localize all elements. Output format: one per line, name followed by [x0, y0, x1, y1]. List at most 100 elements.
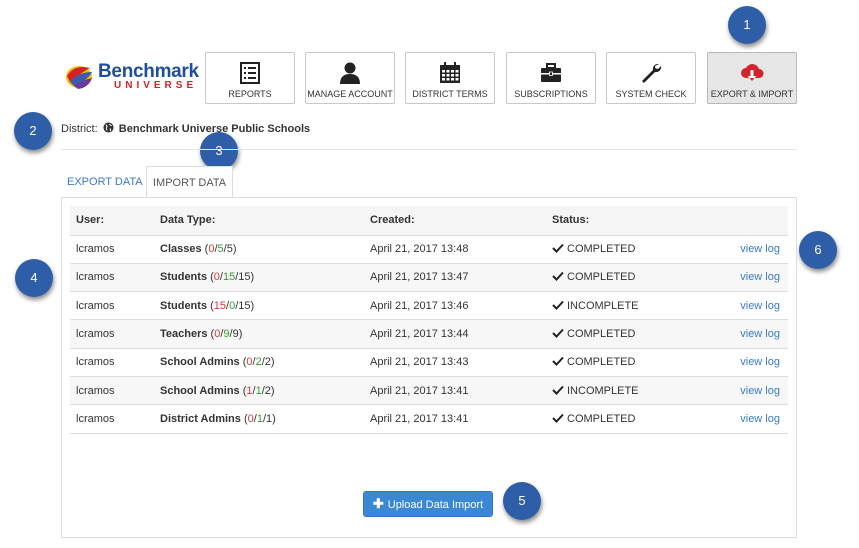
check-icon [552, 300, 564, 310]
count-total: 9 [232, 328, 239, 341]
header-user: User: [70, 206, 154, 236]
cell-user: lcramos [70, 291, 154, 320]
status-text: COMPLETED [567, 243, 636, 256]
count-errors: 0 [247, 412, 254, 425]
table-header-row: User: Data Type: Created: Status: [70, 206, 788, 236]
logo-subtext: UNIVERSE [114, 80, 198, 91]
nav-reports-button[interactable]: REPORTS [205, 52, 295, 104]
count-total: 1 [266, 412, 273, 425]
briefcase-icon [541, 63, 561, 82]
cell-created: April 21, 2017 13:47 [364, 262, 546, 292]
callout-badge: 4 [15, 259, 53, 297]
cell-log: view log [706, 291, 788, 320]
upload-data-import-button[interactable]: ✚ Upload Data Import [363, 491, 493, 517]
view-log-link[interactable]: view log [740, 385, 780, 397]
district-name: Benchmark Universe Public Schools [118, 123, 311, 135]
check-icon [552, 272, 564, 282]
count-success: 9 [223, 328, 230, 341]
cell-created: April 21, 2017 13:46 [364, 291, 546, 320]
cell-log: view log [706, 234, 788, 264]
cell-data-type: Students (0/15/15) [154, 262, 364, 292]
cell-created: April 21, 2017 13:41 [364, 375, 546, 405]
header-data-type: Data Type: [154, 206, 364, 236]
status-text: COMPLETED [567, 271, 636, 284]
cell-log: view log [706, 375, 788, 405]
type-name: School Admins [160, 384, 240, 397]
header-log [706, 206, 788, 236]
cell-status: COMPLETED [546, 404, 706, 434]
check-icon [552, 413, 564, 423]
callout-badge: 1 [728, 6, 766, 44]
nav-subscriptions-label: SUBSCRIPTIONS [514, 89, 588, 99]
district-line: District: Benchmark Universe Public Scho… [61, 122, 310, 135]
callout-badge: 3 [200, 132, 238, 170]
type-name: Students [160, 271, 208, 284]
table-row: lcramos Teachers (0/9/9) April 21, 2017 … [70, 319, 788, 349]
table-row: lcramos District Admins (0/1/1) April 21… [70, 404, 788, 434]
divider [61, 149, 797, 150]
nav-manage-account-button[interactable]: MANAGE ACCOUNT [305, 52, 395, 104]
view-log-link[interactable]: view log [740, 356, 780, 368]
status-text: COMPLETED [567, 356, 636, 369]
view-log-link[interactable]: view log [740, 413, 780, 425]
cell-created: April 21, 2017 13:48 [364, 234, 546, 264]
tab-export-data[interactable]: EXPORT DATA [61, 166, 149, 198]
wrench-icon [642, 63, 662, 83]
check-icon [552, 357, 564, 367]
count-errors: 15 [213, 299, 227, 312]
cell-created: April 21, 2017 13:41 [364, 404, 546, 434]
view-log-link[interactable]: view log [740, 271, 780, 283]
count-success: 1 [256, 412, 263, 425]
count-success: 5 [217, 243, 224, 256]
cell-data-type: School Admins (0/2/2) [154, 347, 364, 377]
upload-label: Upload Data Import [387, 499, 484, 511]
status-text: INCOMPLETE [567, 384, 639, 397]
count-errors: 0 [213, 271, 220, 284]
count-total: 15 [238, 299, 251, 312]
cell-user: lcramos [70, 262, 154, 292]
count-success: 0 [229, 299, 236, 312]
type-name: School Admins [160, 356, 240, 369]
cell-data-type: Classes (0/5/5) [154, 234, 364, 264]
cell-user: lcramos [70, 375, 154, 405]
reports-icon [240, 62, 260, 84]
view-log-link[interactable]: view log [740, 243, 780, 255]
cell-user: lcramos [70, 234, 154, 264]
header-status: Status: [546, 206, 706, 236]
callout-badge: 2 [14, 112, 52, 150]
tab-import-data[interactable]: IMPORT DATA [146, 166, 234, 198]
type-name: District Admins [160, 412, 241, 425]
cell-status: COMPLETED [546, 262, 706, 292]
district-label: District: [61, 123, 98, 135]
nav-manage-account-label: MANAGE ACCOUNT [307, 89, 393, 99]
count-errors: 0 [246, 356, 253, 369]
count-errors: 0 [214, 328, 221, 341]
nav-system-check-button[interactable]: SYSTEM CHECK [606, 52, 696, 104]
cell-log: view log [706, 319, 788, 349]
count-success: 1 [255, 384, 262, 397]
count-total: 2 [264, 384, 271, 397]
nav-export-import-label: EXPORT & IMPORT [710, 89, 794, 99]
nav-district-terms-button[interactable]: DISTRICT TERMS [405, 52, 495, 104]
view-log-link[interactable]: view log [740, 328, 780, 340]
import-history-table: User: Data Type: Created: Status: lcramo… [70, 206, 788, 434]
view-log-link[interactable]: view log [740, 300, 780, 312]
nav-reports-label: REPORTS [228, 89, 272, 99]
nav-export-import-button[interactable]: EXPORT & IMPORT [707, 52, 797, 104]
nav-subscriptions-button[interactable]: SUBSCRIPTIONS [506, 52, 596, 104]
cloud-download-icon [741, 64, 764, 81]
plus-icon: ✚ [372, 496, 384, 511]
cell-log: view log [706, 262, 788, 292]
cell-user: lcramos [70, 347, 154, 377]
logo-swirl-icon [66, 66, 92, 89]
cell-data-type: District Admins (0/1/1) [154, 404, 364, 434]
cell-status: INCOMPLETE [546, 291, 706, 320]
cell-status: INCOMPLETE [546, 375, 706, 405]
check-icon [552, 243, 564, 254]
type-name: Teachers [160, 328, 208, 341]
cell-user: lcramos [70, 319, 154, 349]
nav-system-check-label: SYSTEM CHECK [615, 89, 687, 99]
cell-status: COMPLETED [546, 319, 706, 349]
cell-log: view log [706, 347, 788, 377]
check-icon [552, 385, 564, 395]
